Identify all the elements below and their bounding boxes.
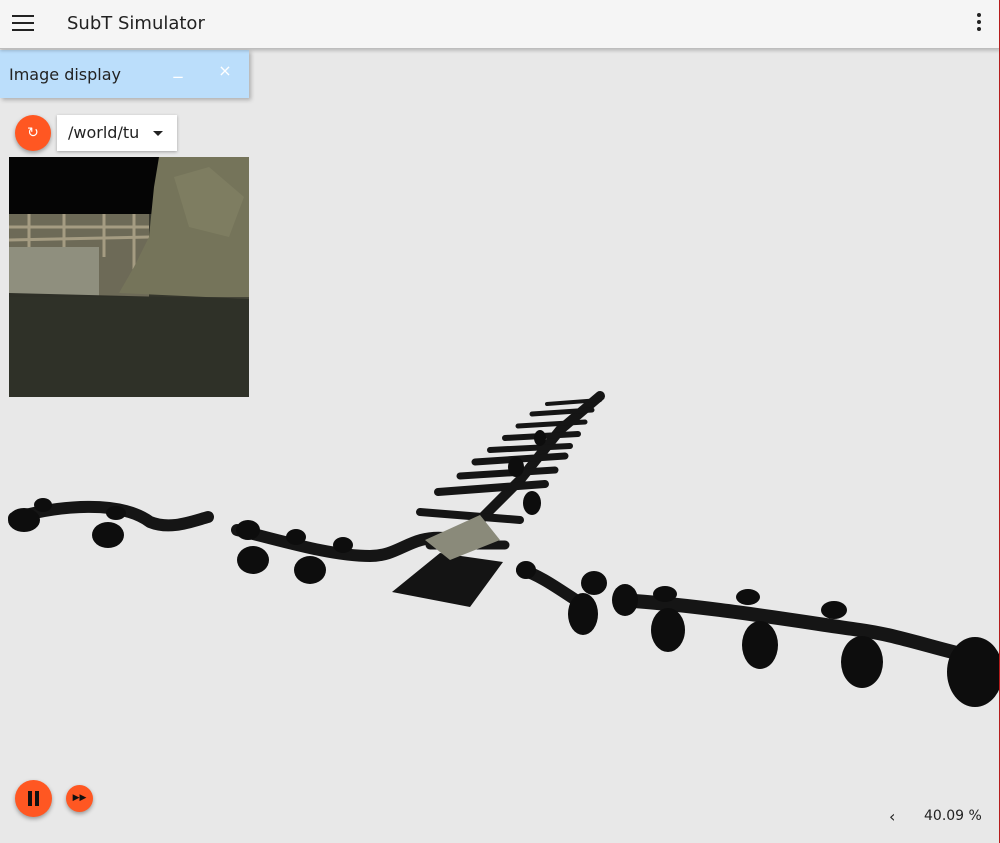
fast-forward-button[interactable]: ▶▶ <box>66 785 93 812</box>
fast-forward-icon: ▶▶ <box>72 793 87 803</box>
refresh-icon: ↻ <box>27 125 39 141</box>
pause-button[interactable] <box>15 780 52 817</box>
app-bar: SubT Simulator <box>0 0 1000 49</box>
camera-image <box>9 157 249 397</box>
chevron-left-icon[interactable]: ‹ <box>889 807 895 826</box>
real-time-factor: 40.09 % <box>924 808 982 824</box>
image-display-panel-header[interactable]: Image display _ × <box>0 50 249 98</box>
app-title: SubT Simulator <box>67 13 205 34</box>
refresh-button[interactable]: ↻ <box>15 115 51 151</box>
topic-dropdown[interactable]: /world/tunnel <box>57 115 177 151</box>
close-button[interactable]: × <box>218 63 232 79</box>
panel-title: Image display <box>9 65 122 84</box>
dropdown-arrow-icon <box>153 131 163 136</box>
topic-value: /world/tunnel <box>68 123 138 142</box>
hamburger-menu-icon[interactable] <box>12 15 34 33</box>
more-vert-icon[interactable] <box>974 13 984 35</box>
minimize-button[interactable]: _ <box>170 58 186 82</box>
